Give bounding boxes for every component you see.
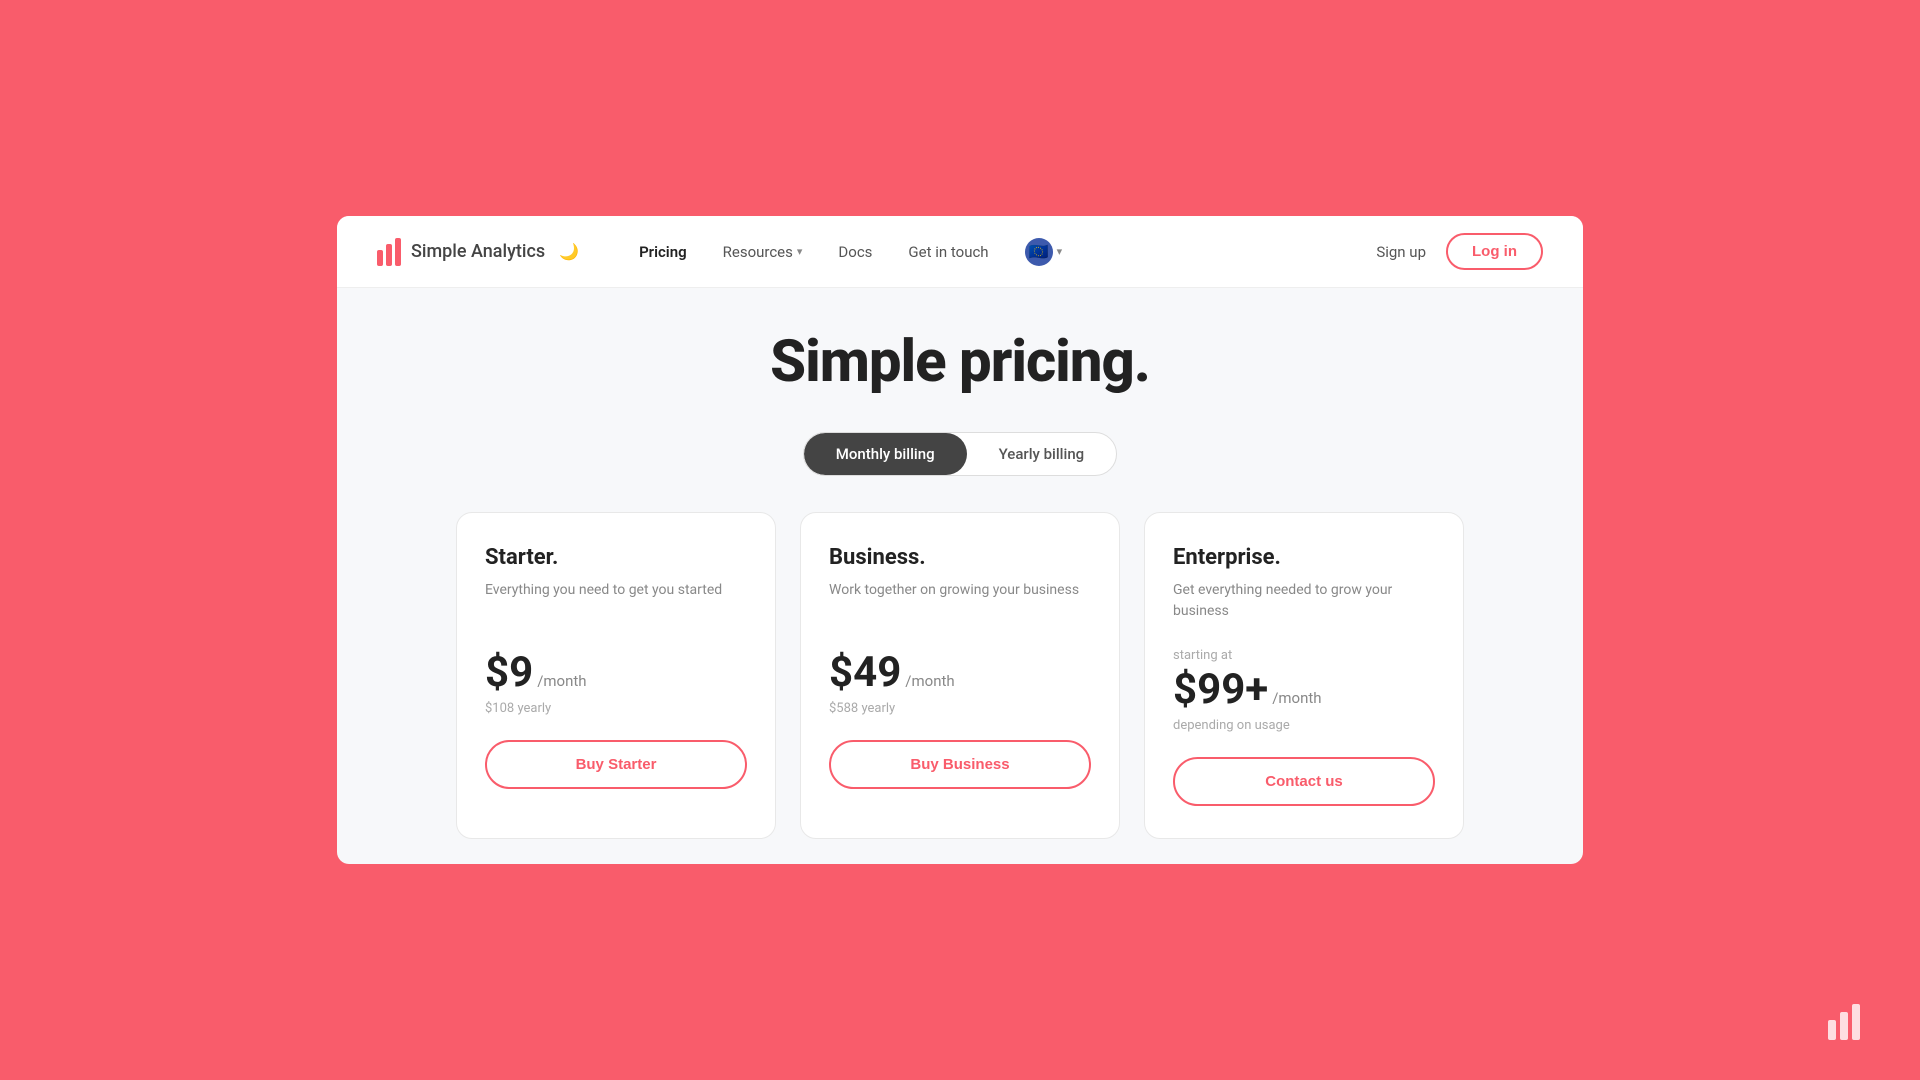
business-card: Business. Work together on growing your … [800,512,1120,839]
starter-plan-name: Starter. [485,545,747,570]
nav-links: Pricing Resources ▾ Docs Get in touch 🇪🇺… [639,238,1376,266]
page-title: Simple pricing. [770,328,1150,396]
buy-business-button[interactable]: Buy Business [829,740,1091,789]
enterprise-starting-at: starting at [1173,648,1435,663]
enterprise-price-row: $99+ /month [1173,665,1435,714]
business-price-period: /month [905,672,954,690]
moon-icon: 🌙 [559,242,579,261]
logo-area[interactable]: Simple Analytics 🌙 [377,238,579,266]
starter-plan-desc: Everything you need to get you started [485,580,747,624]
business-plan-desc: Work together on growing your business [829,580,1091,624]
nav-pricing[interactable]: Pricing [639,243,687,261]
enterprise-card: Enterprise. Get everything needed to gro… [1144,512,1464,839]
nav-eu-flag[interactable]: 🇪🇺 ▾ [1025,238,1063,266]
contact-us-button[interactable]: Contact us [1173,757,1435,806]
starter-price-row: $9 /month [485,648,747,697]
starter-price-yearly: $108 yearly [485,701,747,716]
signup-link[interactable]: Sign up [1376,243,1426,261]
bottom-bars-icon [1828,1004,1860,1040]
logo-text: Simple Analytics [411,241,545,262]
business-price-yearly: $588 yearly [829,701,1091,716]
enterprise-price-amount: $99+ [1173,665,1268,714]
starter-price-amount: $9 [485,648,533,697]
navbar: Simple Analytics 🌙 Pricing Resources ▾ D… [337,216,1583,288]
business-price-row: $49 /month [829,648,1091,697]
nav-docs[interactable]: Docs [838,243,872,261]
login-button[interactable]: Log in [1446,233,1543,270]
billing-toggle: Monthly billing Yearly billing [803,432,1117,476]
buy-starter-button[interactable]: Buy Starter [485,740,747,789]
nav-right: Sign up Log in [1376,233,1543,270]
yearly-billing-option[interactable]: Yearly billing [967,433,1117,475]
enterprise-plan-name: Enterprise. [1173,545,1435,570]
eu-flag-icon: 🇪🇺 [1025,238,1053,266]
enterprise-price-usage: depending on usage [1173,718,1435,733]
main-window: Simple Analytics 🌙 Pricing Resources ▾ D… [337,216,1583,864]
enterprise-plan-desc: Get everything needed to grow your busin… [1173,580,1435,624]
business-plan-name: Business. [829,545,1091,570]
page-content: Simple pricing. Monthly billing Yearly b… [337,288,1583,864]
starter-card: Starter. Everything you need to get you … [456,512,776,839]
chevron-down-icon-2: ▾ [1057,245,1063,258]
pricing-cards: Starter. Everything you need to get you … [377,512,1543,839]
starter-price-period: /month [537,672,586,690]
chevron-down-icon: ▾ [797,245,803,258]
logo-icon [377,238,401,266]
nav-get-in-touch[interactable]: Get in touch [908,243,988,261]
monthly-billing-option[interactable]: Monthly billing [804,433,967,475]
nav-resources[interactable]: Resources ▾ [723,243,803,261]
enterprise-price-period: /month [1272,689,1321,707]
business-price-amount: $49 [829,648,901,697]
